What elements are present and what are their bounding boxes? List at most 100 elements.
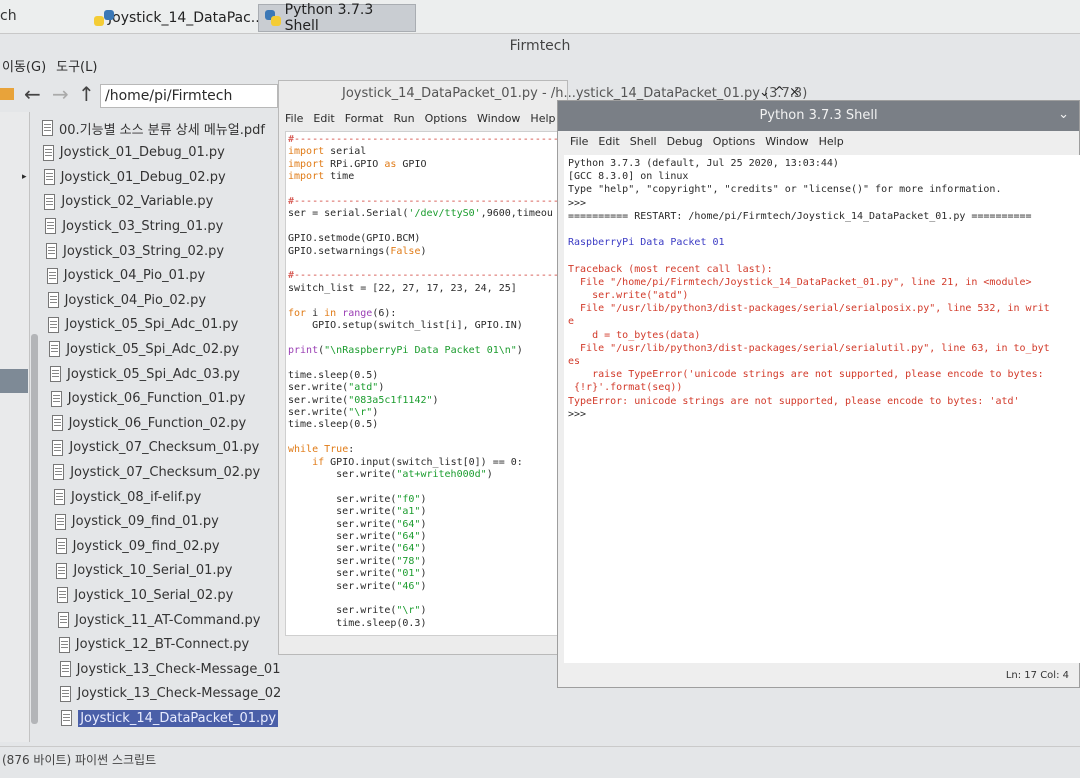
editor-menu-window[interactable]: Window	[477, 112, 520, 127]
file-icon	[54, 513, 66, 530]
file-item[interactable]: Joystick_09_find_01.py	[54, 510, 219, 534]
file-item[interactable]: Joystick_08_if-elif.py	[54, 485, 201, 509]
file-name: Joystick_09_find_02.py	[72, 538, 220, 554]
file-item[interactable]: Joystick_09_find_02.py	[55, 534, 220, 558]
shell-line: RaspberryPi Data Packet 01	[568, 237, 725, 249]
chevron-down-icon[interactable]: ⌄	[1058, 107, 1069, 122]
shell-line: Traceback (most recent call last):	[568, 263, 773, 275]
shell-menu-debug[interactable]: Debug	[667, 135, 703, 153]
shell-menu-help[interactable]: Help	[819, 135, 844, 153]
file-name: Joystick_01_Debug_01.py	[59, 145, 225, 161]
file-item[interactable]: Joystick_12_BT-Connect.py	[58, 633, 250, 657]
file-item[interactable]: Joystick_05_Spi_Adc_01.py	[48, 313, 238, 337]
shell-line: File "/usr/lib/python3/dist-packages/ser…	[568, 303, 1050, 315]
sidebar-selected-item[interactable]	[0, 369, 28, 393]
code-line: while True:	[288, 444, 355, 456]
file-name: Joystick_05_Spi_Adc_02.py	[66, 341, 240, 357]
task-label: Python 3.7.3 Shell	[284, 2, 374, 34]
task-shell-button[interactable]: Python 3.7.3 Shell	[258, 2, 416, 34]
shell-menu-window[interactable]: Window	[765, 135, 808, 153]
code-line: #---------------------------------------…	[288, 196, 563, 208]
folder-icon[interactable]	[0, 88, 14, 100]
code-line: if GPIO.input(switch_list[0]) == 0:	[312, 456, 523, 468]
file-item[interactable]: Joystick_14_DataPacket_01.py	[61, 706, 279, 730]
editor-menu-options[interactable]: Options	[425, 112, 467, 127]
scrollbar-thumb[interactable]	[31, 334, 38, 724]
file-list-scrollbar[interactable]	[30, 114, 40, 734]
editor-menu-file[interactable]: File	[285, 112, 303, 127]
editor-menu-format[interactable]: Format	[345, 112, 384, 127]
file-item[interactable]: Joystick_11_AT-Command.py	[58, 608, 260, 632]
file-icon	[47, 292, 59, 309]
file-icon	[49, 341, 61, 358]
shell-line: es	[568, 356, 581, 368]
taskbar-left-text: ch	[0, 8, 17, 24]
shell-line: [GCC 8.3.0] on linux	[568, 171, 689, 183]
expand-icon[interactable]: ▸	[22, 172, 27, 182]
file-item[interactable]: Joystick_05_Spi_Adc_02.py	[49, 337, 239, 361]
file-item[interactable]: Joystick_07_Checksum_01.py	[52, 436, 259, 460]
chevron-down-icon[interactable]: ⌄	[759, 85, 770, 100]
forward-arrow-icon[interactable]: →	[52, 82, 69, 106]
chevron-up-icon[interactable]: ^	[774, 85, 785, 100]
file-name: Joystick_13_Check-Message_02.py	[77, 686, 280, 702]
file-icon	[43, 169, 55, 186]
menu-go[interactable]: 이동(G)	[0, 56, 54, 78]
menu-tools[interactable]: 도구(L)	[54, 56, 105, 78]
file-icon	[53, 464, 65, 481]
file-item[interactable]: Joystick_04_Pio_01.py	[46, 264, 206, 288]
close-icon[interactable]: ×	[789, 85, 800, 100]
code-line: ser.write("\r")	[288, 605, 427, 617]
file-name: Joystick_10_Serial_01.py	[73, 563, 233, 579]
shell-line: {!r}'.format(seq))	[568, 382, 683, 394]
path-input[interactable]: /home/pi/Firmtech	[100, 84, 278, 108]
shell-line: >>>	[568, 408, 587, 420]
editor-menubar: File Edit Format Run Options Window Help	[279, 105, 567, 127]
file-name: Joystick_01_Debug_02.py	[60, 169, 226, 185]
code-line: ser.write("atd")	[288, 382, 385, 394]
shell-output[interactable]: Python 3.7.3 (default, Jul 25 2020, 13:0…	[564, 155, 1080, 663]
task-editor-button[interactable]: Joystick_14_DataPac...	[94, 4, 264, 32]
file-item[interactable]: 00.기능별 소스 분류 상세 메뉴얼.pdf	[42, 116, 265, 140]
code-line: ser.write("64")	[288, 531, 427, 542]
file-name: Joystick_05_Spi_Adc_01.py	[65, 317, 239, 333]
file-item[interactable]: Joystick_06_Function_02.py	[51, 411, 246, 435]
shell-menu-options[interactable]: Options	[713, 135, 755, 153]
file-item[interactable]: Joystick_04_Pio_02.py	[47, 288, 207, 312]
file-item[interactable]: Joystick_13_Check-Message_01.py	[59, 657, 280, 681]
file-item[interactable]: Joystick_10_Serial_01.py	[56, 559, 232, 583]
code-line: import RPi.GPIO as GPIO	[288, 158, 427, 170]
file-item[interactable]: Joystick_01_Debug_02.py	[43, 165, 226, 189]
file-name: Joystick_04_Pio_01.py	[63, 268, 206, 284]
file-name: Joystick_11_AT-Command.py	[75, 612, 261, 628]
file-icon	[59, 661, 71, 678]
file-item[interactable]: Joystick_01_Debug_01.py	[42, 141, 225, 165]
file-item[interactable]: Joystick_02_Variable.py	[44, 190, 213, 214]
editor-menu-run[interactable]: Run	[394, 112, 415, 127]
file-manager-status: (876 바이트) 파이썬 스크립트	[0, 746, 1080, 778]
file-manager-menubar: 이동(G) 도구(L)	[0, 56, 105, 78]
back-arrow-icon[interactable]: ←	[24, 82, 41, 106]
file-item[interactable]: Joystick_03_String_02.py	[46, 239, 224, 263]
up-arrow-icon[interactable]: ↑	[78, 82, 95, 106]
file-name: Joystick_07_Checksum_01.py	[69, 440, 260, 456]
shell-menu-shell[interactable]: Shell	[630, 135, 657, 153]
file-item[interactable]: Joystick_05_Spi_Adc_03.py	[50, 362, 240, 386]
file-item[interactable]: Joystick_07_Checksum_02.py	[53, 460, 260, 484]
file-item[interactable]: Joystick_06_Function_01.py	[50, 387, 245, 411]
file-name: Joystick_08_if-elif.py	[71, 489, 202, 505]
file-item[interactable]: Joystick_13_Check-Message_02.py	[60, 682, 280, 706]
file-item[interactable]: Joystick_03_String_01.py	[45, 214, 223, 238]
file-name: Joystick_04_Pio_02.py	[64, 292, 207, 308]
code-line: ser = serial.Serial('/dev/ttyS0',9600,ti…	[288, 208, 553, 220]
code-editor[interactable]: #---------------------------------------…	[285, 131, 563, 636]
editor-menu-edit[interactable]: Edit	[313, 112, 334, 127]
file-name: Joystick_12_BT-Connect.py	[75, 637, 250, 653]
shell-line: TypeError: unicode strings are not suppo…	[568, 395, 1020, 407]
shell-menubar: File Edit Shell Debug Options Window Help	[558, 131, 1079, 153]
shell-menu-edit[interactable]: Edit	[598, 135, 619, 153]
file-name: Joystick_10_Serial_02.py	[74, 587, 234, 603]
shell-menu-file[interactable]: File	[570, 135, 588, 153]
file-item[interactable]: Joystick_10_Serial_02.py	[57, 583, 233, 607]
editor-menu-help[interactable]: Help	[530, 112, 555, 127]
